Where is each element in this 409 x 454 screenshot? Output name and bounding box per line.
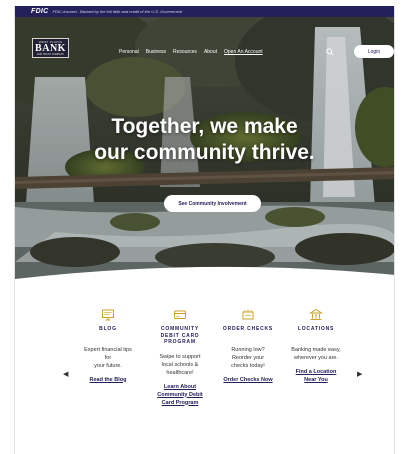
nav-item-personal[interactable]: Personal <box>119 49 139 55</box>
feature-card-blog: BLOG Expert financial tips for your futu… <box>77 308 139 384</box>
search-icon[interactable] <box>326 48 334 56</box>
card-description: Running low? Reorder your checks today! <box>217 346 279 370</box>
card-desc-line: checks today! <box>231 362 265 369</box>
see-community-involvement-button[interactable]: See Community Involvement <box>164 195 261 212</box>
card-desc-line: Swipe to support <box>159 353 201 360</box>
card-desc-line: Running low? <box>231 346 265 353</box>
main-nav: Personal Business Resources About Open A… <box>119 49 263 55</box>
nav-item-business[interactable]: Business <box>146 49 166 55</box>
card-desc-line: wherever you are. <box>293 354 339 361</box>
monitor-icon <box>102 309 114 321</box>
card-link-line: Near You <box>304 376 328 383</box>
hero-headline-line2: our community thrive. <box>94 141 315 164</box>
fdic-banner: FDIC FDIC-Insured - Backed by the full f… <box>15 6 394 17</box>
fdic-logo: FDIC <box>31 8 49 15</box>
card-desc-line: for <box>104 354 112 361</box>
fdic-text: FDIC-Insured - Backed by the full faith … <box>52 9 183 14</box>
card-title: COMMUNITY DEBIT CARD PROGRAM <box>149 326 211 346</box>
card-title-line: PROGRAM <box>164 339 196 345</box>
next-arrow-icon[interactable]: ▶ <box>357 370 362 378</box>
checks-icon <box>242 309 254 320</box>
carousel-dot-4[interactable] <box>227 268 230 272</box>
logo-main-text: BANK <box>35 43 66 54</box>
feature-card-order-checks: ORDER CHECKS Running low? Reorder your c… <box>217 308 279 384</box>
card-description: Swipe to support local schools & healthc… <box>149 353 211 377</box>
logo-bottom-text: AND TRUST COMPANY <box>36 53 65 56</box>
login-button[interactable]: Login <box>354 45 394 58</box>
nav-item-resources[interactable]: Resources <box>173 49 197 55</box>
card-desc-line: healthcare! <box>166 369 194 376</box>
card-link-line: Community Debit <box>157 391 203 398</box>
features-section: ◀ ▶ BLOG Expert financial tips for your … <box>15 308 394 454</box>
bank-building-icon <box>309 308 323 320</box>
card-link-line: Order Checks Now <box>223 376 273 383</box>
card-title: LOCATIONS <box>297 326 335 332</box>
nav-item-about[interactable]: About <box>204 49 217 55</box>
find-a-location-link[interactable]: Find a Location Near You <box>285 368 347 384</box>
carousel-dot-3[interactable] <box>219 268 222 272</box>
carousel-dot-1[interactable] <box>200 267 206 273</box>
card-title: BLOG <box>99 326 117 332</box>
hero-headline: Together, we make our community thrive. <box>15 114 394 166</box>
carousel-dots <box>200 267 230 273</box>
card-desc-line: Banking made easy, <box>291 346 341 353</box>
nav-item-open-account[interactable]: Open An Account <box>224 49 263 55</box>
hero-section: WEST PLAINS BANK AND TRUST COMPANY Perso… <box>15 17 394 286</box>
order-checks-now-link[interactable]: Order Checks Now <box>217 376 279 384</box>
carousel-dot-2[interactable] <box>211 268 214 272</box>
card-desc-line: your future. <box>94 362 122 369</box>
card-link-line: Card Program <box>161 399 199 406</box>
card-desc-line: Reorder your <box>231 354 265 361</box>
card-title: ORDER CHECKS <box>222 326 274 332</box>
feature-card-debit-card: COMMUNITY DEBIT CARD PROGRAM Swipe to su… <box>149 308 211 407</box>
page: FDIC FDIC-Insured - Backed by the full f… <box>14 6 395 454</box>
bank-logo[interactable]: WEST PLAINS BANK AND TRUST COMPANY <box>32 38 69 58</box>
card-desc-line: local schools & <box>161 361 199 368</box>
card-icon <box>174 310 186 319</box>
prev-arrow-icon[interactable]: ◀ <box>63 370 68 378</box>
card-description: Expert financial tips for your future. <box>77 346 139 370</box>
feature-card-locations: LOCATIONS Banking made easy, wherever yo… <box>285 308 347 384</box>
hero-headline-line1: Together, we make <box>111 115 298 138</box>
card-link-line: Learn About <box>163 383 197 390</box>
card-desc-line: Expert financial tips <box>84 346 132 353</box>
read-the-blog-link[interactable]: Read the Blog <box>77 376 139 384</box>
card-link-line: Read the Blog <box>89 376 127 383</box>
learn-about-community-debit-card-link[interactable]: Learn About Community Debit Card Program <box>149 383 211 407</box>
card-description: Banking made easy, wherever you are. <box>285 346 347 362</box>
card-link-line: Find a Location <box>295 368 337 375</box>
